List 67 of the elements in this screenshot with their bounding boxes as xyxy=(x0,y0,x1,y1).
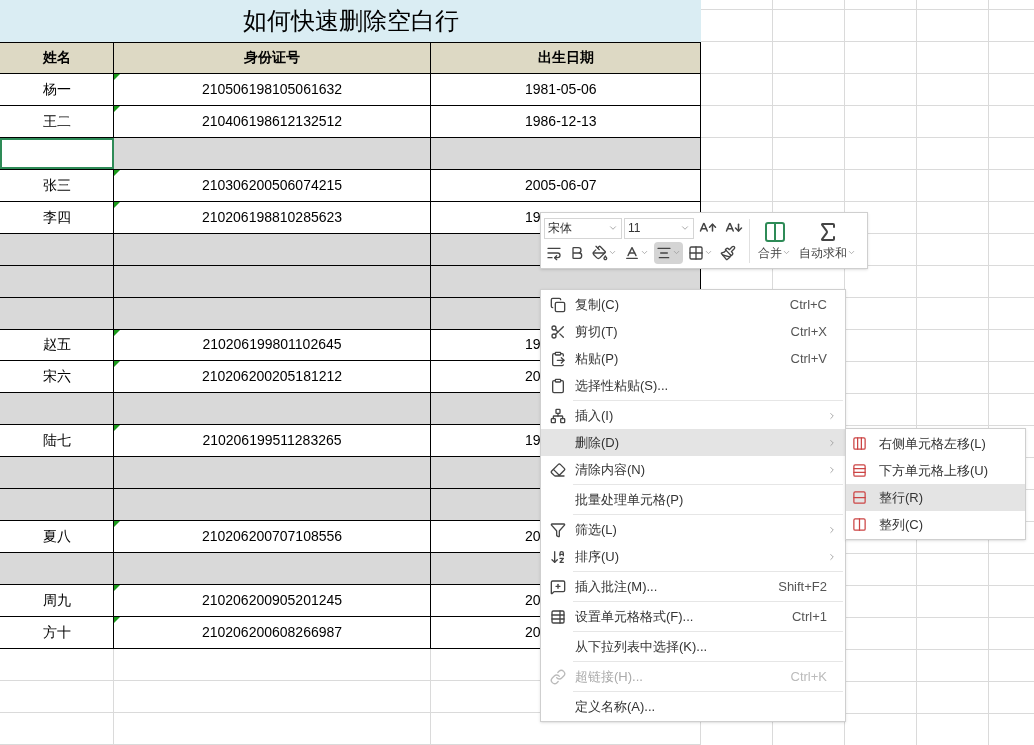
table-cell: 210206198810285623 xyxy=(114,201,431,233)
caret-icon xyxy=(704,248,713,257)
autosum-button[interactable]: 自动求和 xyxy=(797,219,858,262)
text-number-marker xyxy=(114,201,120,208)
caret-icon xyxy=(640,248,649,257)
text-number-marker xyxy=(114,105,120,112)
columns-icon xyxy=(852,517,867,532)
caret-icon xyxy=(672,248,681,257)
caret-icon xyxy=(680,223,690,233)
comment-icon xyxy=(550,578,566,595)
table-cell: 210306200506074215 xyxy=(114,169,431,201)
caret-icon xyxy=(847,248,856,257)
table-icon xyxy=(550,608,566,625)
merge-button[interactable]: 合并 xyxy=(756,219,793,262)
bold-icon xyxy=(569,244,585,261)
caret-icon xyxy=(608,223,618,233)
menu-item[interactable]: 定义名称(A)... xyxy=(541,693,845,720)
table-cell: 210206200608266987 xyxy=(114,617,431,649)
menu-item[interactable]: 复制(C) Ctrl+C xyxy=(541,291,845,318)
table-cell: 210506198105061632 xyxy=(114,73,431,105)
brush-icon xyxy=(720,244,736,261)
text-number-marker xyxy=(114,425,120,432)
table-cell: 210206199511283265 xyxy=(114,425,431,457)
column-header: 出生日期 xyxy=(431,42,701,73)
text-number-marker xyxy=(114,73,120,80)
text-number-marker xyxy=(114,169,120,176)
eraser-icon xyxy=(550,461,566,478)
text-number-marker xyxy=(114,329,120,336)
table-cell: 210206200707108556 xyxy=(114,521,431,553)
diagram-icon xyxy=(550,407,566,424)
menu-item[interactable]: 清除内容(N) xyxy=(541,456,845,486)
column-header: 姓名 xyxy=(0,42,114,73)
table-cell: 210206200205181212 xyxy=(114,361,431,393)
font-select[interactable]: 宋体 xyxy=(544,217,622,239)
size-select[interactable]: 11 xyxy=(624,217,694,239)
table-cell: 210206199801102645 xyxy=(114,329,431,361)
menu-item[interactable]: 右侧单元格左移(L) xyxy=(846,430,1025,457)
column-header: 身份证号 xyxy=(114,42,431,73)
paint-bucket-icon xyxy=(592,244,608,261)
menu-item[interactable]: 下方单元格上移(U) xyxy=(846,457,1025,484)
text-number-marker xyxy=(114,521,120,528)
link-icon xyxy=(550,668,566,685)
rows-icon xyxy=(852,463,867,478)
copy-icon xyxy=(550,296,566,313)
sheet-title: 如何快速删除空白行 xyxy=(0,0,701,42)
caret-icon xyxy=(782,248,791,257)
filter-icon xyxy=(550,521,566,538)
menu-item[interactable]: 删除(D) xyxy=(541,429,845,456)
border-icon xyxy=(688,244,704,261)
rows-icon xyxy=(852,490,867,505)
menu-item[interactable]: 批量处理单元格(P) xyxy=(541,486,845,516)
clipboard-icon xyxy=(550,377,566,394)
align-center-button[interactable] xyxy=(654,241,683,264)
columns-icon xyxy=(852,436,867,451)
font-color-icon xyxy=(624,244,640,261)
text-number-marker xyxy=(114,617,120,624)
caret-icon xyxy=(608,248,617,257)
text-number-marker xyxy=(114,361,120,368)
table-cell: 210206200905201245 xyxy=(114,585,431,617)
sort-icon xyxy=(550,548,566,565)
merge-cells-icon xyxy=(762,219,787,244)
menu-item[interactable]: 整行(R) xyxy=(846,484,1025,511)
scissors-icon xyxy=(550,323,566,340)
menu-item[interactable]: 整列(C) xyxy=(846,511,1025,538)
text-number-marker xyxy=(114,585,120,592)
table-cell: 210406198612132512 xyxy=(114,105,431,137)
clipboard-icon xyxy=(550,350,566,367)
